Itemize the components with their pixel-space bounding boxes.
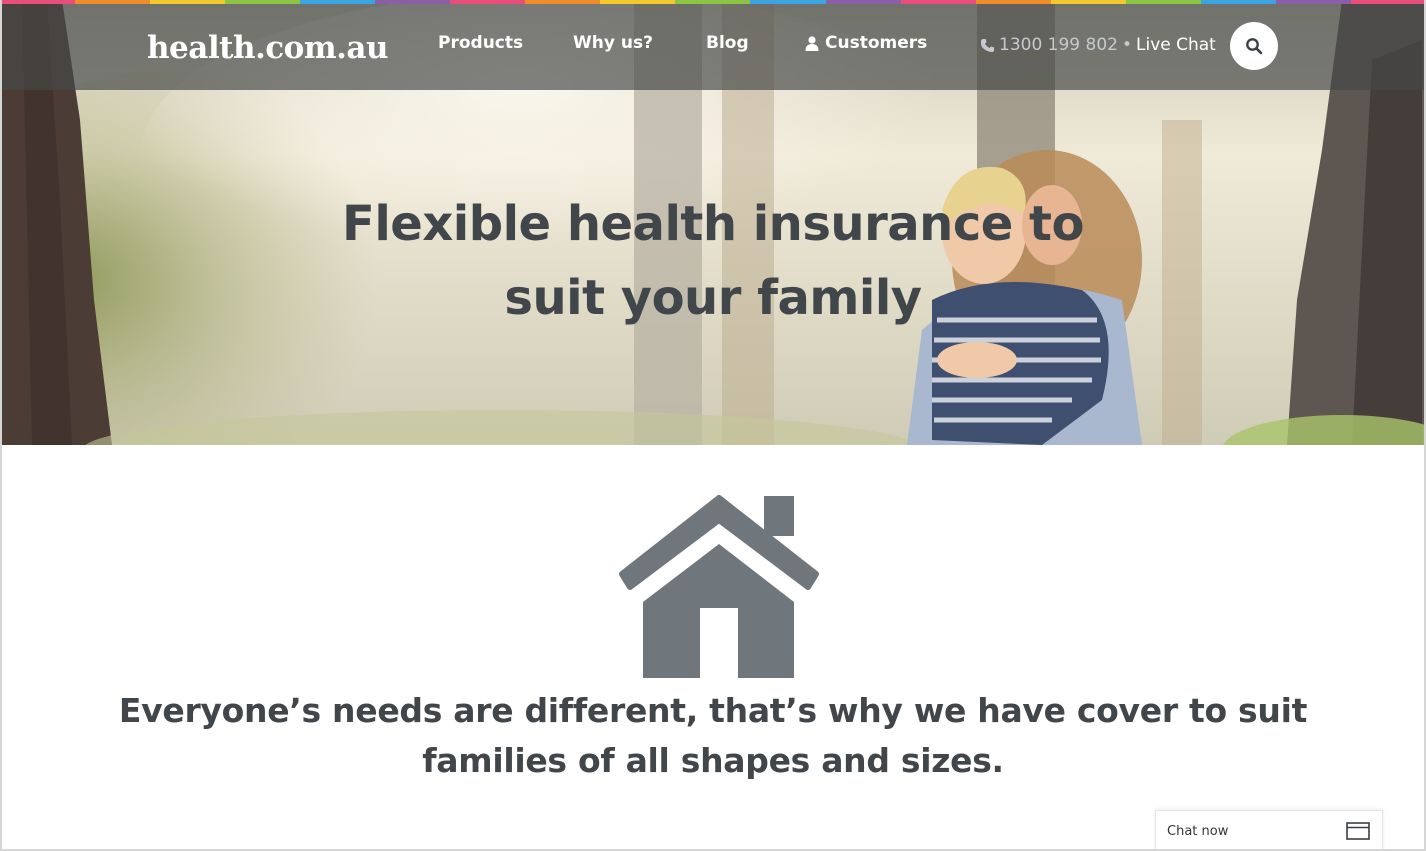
color-segment <box>225 0 301 4</box>
color-segment <box>150 0 226 4</box>
window-frame-left <box>0 0 2 851</box>
search-icon <box>1246 38 1263 55</box>
color-segment <box>975 0 1051 4</box>
nav-customers-label: Customers <box>825 33 928 53</box>
color-segment <box>1275 0 1351 4</box>
top-navigation: health.com.au Products Why us? Blog Cust… <box>0 4 1426 90</box>
color-segment <box>0 0 76 4</box>
color-segment <box>1125 0 1201 4</box>
phone-icon <box>980 38 995 52</box>
color-segment <box>1350 0 1426 4</box>
tagline: Everyone’s needs are different, that’s w… <box>0 686 1426 786</box>
color-segment <box>75 0 151 4</box>
color-segment <box>300 0 376 4</box>
house-icon <box>619 495 819 678</box>
nav-customers[interactable]: Customers <box>805 33 927 53</box>
contact-info: 1300 199 802 • Live Chat <box>980 35 1216 55</box>
user-icon <box>805 35 819 51</box>
tagline-line-1: Everyone’s needs are different, that’s w… <box>118 691 1308 730</box>
nav-blog[interactable]: Blog <box>706 33 749 53</box>
color-segment <box>450 0 526 4</box>
tagline-line-2: families of all shapes and sizes. <box>422 741 1004 780</box>
color-segment <box>1200 0 1276 4</box>
nav-why-us[interactable]: Why us? <box>573 33 653 53</box>
search-button[interactable] <box>1230 22 1278 70</box>
color-segment <box>525 0 601 4</box>
color-segment <box>900 0 976 4</box>
hero-title-line-2: suit your family <box>504 270 922 326</box>
chat-now-label: Chat now <box>1167 823 1229 839</box>
color-segment <box>750 0 826 4</box>
color-segment <box>600 0 676 4</box>
brand-color-strip <box>0 0 1426 4</box>
nav-products[interactable]: Products <box>438 33 523 53</box>
live-chat-link[interactable]: Live Chat <box>1136 35 1216 55</box>
separator-dot: • <box>1121 35 1132 55</box>
chat-now-widget[interactable]: Chat now <box>1155 810 1383 851</box>
phone-number[interactable]: 1300 199 802 <box>999 35 1118 55</box>
color-segment <box>1050 0 1126 4</box>
color-segment <box>675 0 751 4</box>
window-icon[interactable] <box>1346 822 1370 840</box>
color-segment <box>375 0 451 4</box>
hero-title-line-1: Flexible health insurance to <box>342 196 1084 252</box>
site-logo[interactable]: health.com.au <box>147 30 389 66</box>
color-segment <box>825 0 901 4</box>
